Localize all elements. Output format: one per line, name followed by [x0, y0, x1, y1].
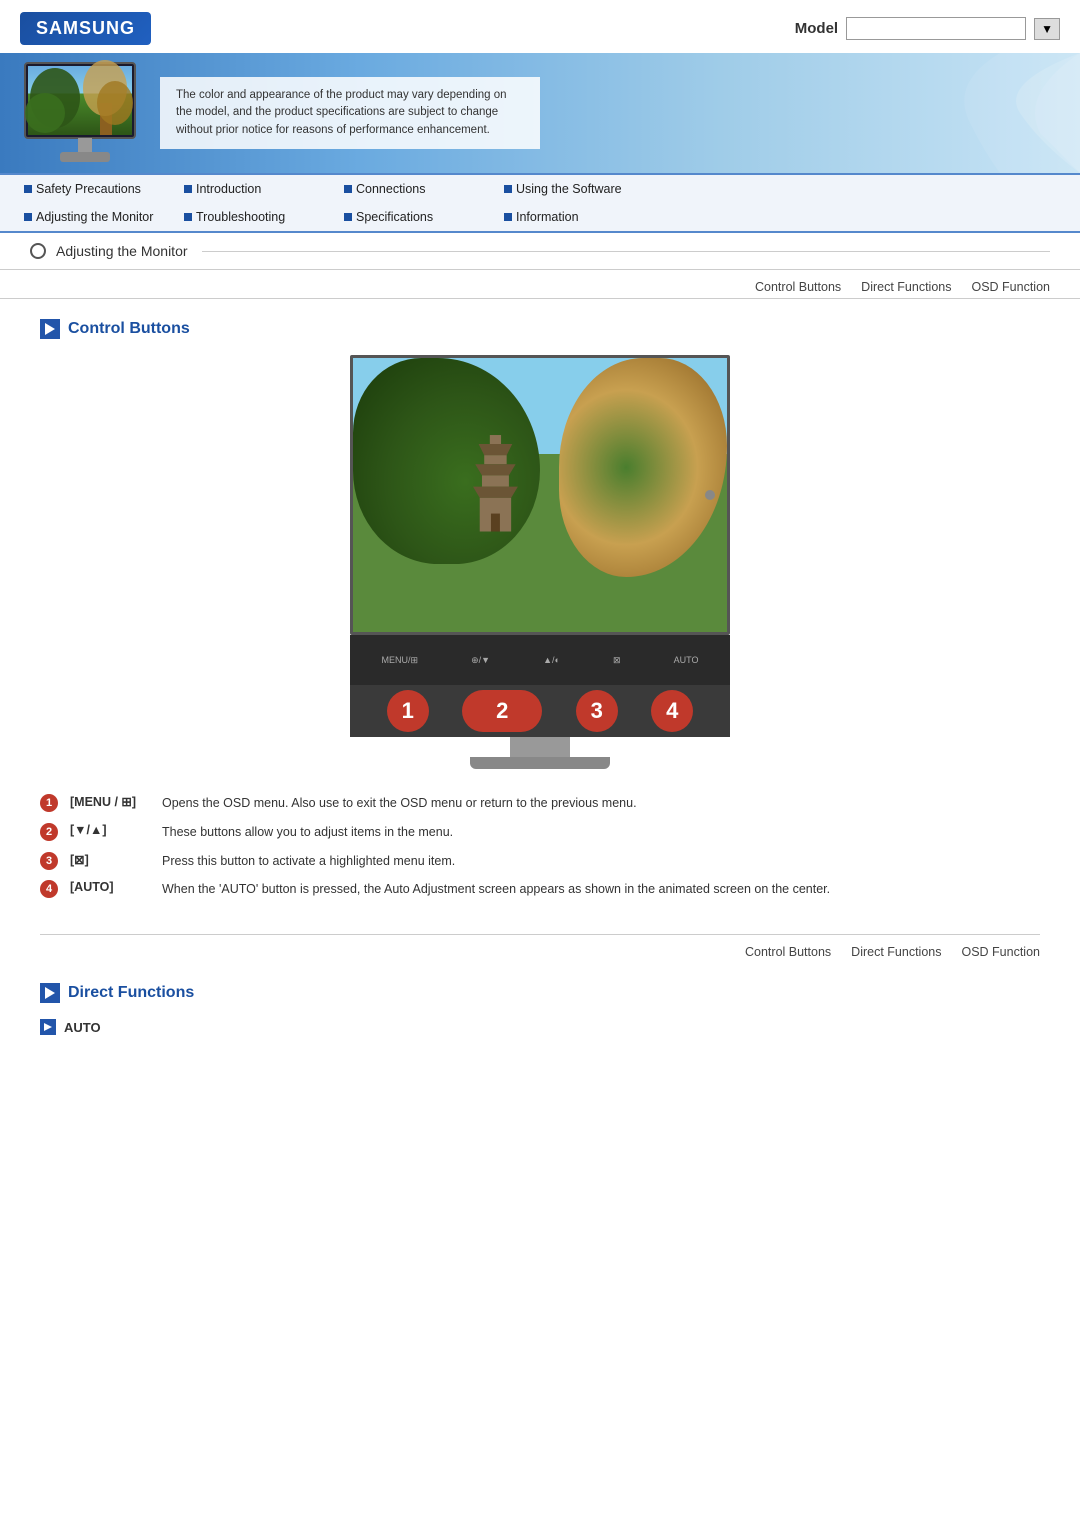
tab-direct-functions-top[interactable]: Direct Functions [861, 280, 951, 294]
hero-monitor-illustration [20, 58, 150, 168]
control-buttons-header: Control Buttons [40, 319, 1040, 339]
nav-item-software[interactable]: Using the Software [490, 179, 650, 199]
nav-bullet-safety [24, 185, 32, 193]
play-icon [45, 323, 55, 335]
monitor-stand-base [470, 757, 610, 769]
num-btn-4: 4 [651, 690, 693, 732]
monitor-screen [350, 355, 730, 635]
btn-desc-4: When the 'AUTO' button is pressed, the A… [162, 880, 830, 899]
nav-bullet-adjusting [24, 213, 32, 221]
nav-item-safety[interactable]: Safety Precautions [10, 179, 170, 199]
btn-key-1: [MENU / ⊞] [70, 794, 150, 809]
btn-label-menu: MENU/⊞ [382, 655, 419, 666]
breadcrumb-label: Adjusting the Monitor [56, 243, 188, 259]
play-icon-direct [45, 987, 55, 999]
nav-item-troubleshooting[interactable]: Troubleshooting [170, 207, 330, 227]
tab-osd-function-top[interactable]: OSD Function [971, 280, 1050, 294]
hero-description-text: The color and appearance of the product … [176, 89, 507, 136]
btn-num-1-circle: 1 [40, 794, 58, 812]
model-label: Model [795, 20, 838, 37]
nav-bullet-troubleshooting [184, 213, 192, 221]
num-btn-1: 1 [387, 690, 429, 732]
btn-desc-row-4: 4 [AUTO] When the 'AUTO' button is press… [40, 875, 1040, 904]
nav-item-information[interactable]: Information [490, 207, 650, 227]
nav-bullet-software [504, 185, 512, 193]
nav-item-specifications[interactable]: Specifications [330, 207, 490, 227]
hero-banner: The color and appearance of the product … [0, 53, 1080, 173]
num-btn-2: 2 [462, 690, 542, 732]
content-area: Control Buttons [0, 309, 1080, 1055]
nav-row-2: Adjusting the Monitor Troubleshooting Sp… [0, 203, 1080, 231]
screen-power-dot [705, 490, 715, 500]
tab-control-buttons-top[interactable]: Control Buttons [755, 280, 841, 294]
nav-row-1: Safety Precautions Introduction Connecti… [0, 175, 1080, 203]
header: SAMSUNG Model ▼ [0, 0, 1080, 53]
btn-desc-row-2: 2 [▼/▲] These buttons allow you to adjus… [40, 818, 1040, 847]
direct-functions-header: Direct Functions [40, 983, 1040, 1003]
btn-desc-2: These buttons allow you to adjust items … [162, 823, 453, 842]
direct-fn-auto-label: AUTO [64, 1020, 101, 1035]
tab-direct-functions-bottom[interactable]: Direct Functions [851, 945, 941, 959]
section-icon-control [40, 319, 60, 339]
btn-key-4: [AUTO] [70, 880, 150, 894]
nav-item-introduction[interactable]: Introduction [170, 179, 330, 199]
direct-fn-auto-item: AUTO [40, 1019, 1040, 1035]
tab-links-bottom: Control Buttons Direct Functions OSD Fun… [40, 934, 1040, 963]
nav-bullet-connections [344, 185, 352, 193]
model-input[interactable] [846, 17, 1026, 40]
nav-label-adjusting: Adjusting the Monitor [36, 210, 153, 224]
breadcrumb-icon [30, 243, 46, 259]
nav-label-troubleshooting: Troubleshooting [196, 210, 285, 224]
num-btn-3: 3 [576, 690, 618, 732]
monitor-button-bar: MENU/⊞ ⊕/▼ ▲/◐ ⊠ AUTO [350, 635, 730, 685]
btn-label-adjust: ⊕/▼ [471, 655, 490, 666]
nav-item-adjusting[interactable]: Adjusting the Monitor [10, 207, 170, 227]
btn-desc-row-3: 3 [⊠] Press this button to activate a hi… [40, 847, 1040, 876]
nav-item-connections[interactable]: Connections [330, 179, 490, 199]
btn-key-2: [▼/▲] [70, 823, 150, 837]
button-labels: MENU/⊞ ⊕/▼ ▲/◐ ⊠ AUTO [370, 655, 710, 666]
nav-bullet-specifications [344, 213, 352, 221]
pagoda [473, 427, 518, 578]
button-descriptions: 1 [MENU / ⊞] Opens the OSD menu. Also us… [40, 789, 1040, 904]
direct-fn-auto-icon [40, 1019, 56, 1035]
number-buttons-row: 1 2 3 4 [350, 685, 730, 737]
tab-control-buttons-bottom[interactable]: Control Buttons [745, 945, 831, 959]
btn-num-3-circle: 3 [40, 852, 58, 870]
play-icon-auto [44, 1023, 52, 1031]
nav-bar: Safety Precautions Introduction Connecti… [0, 173, 1080, 233]
monitor-image-container: MENU/⊞ ⊕/▼ ▲/◐ ⊠ AUTO 1 2 3 4 [40, 355, 1040, 769]
nav-label-connections: Connections [356, 182, 426, 196]
btn-num-2-circle: 2 [40, 823, 58, 841]
breadcrumb-divider [202, 251, 1050, 252]
model-area: Model ▼ [795, 17, 1060, 40]
nav-label-introduction: Introduction [196, 182, 261, 196]
section-icon-direct [40, 983, 60, 1003]
btn-num-4-circle: 4 [40, 880, 58, 898]
nav-label-information: Information [516, 210, 579, 224]
nav-label-software: Using the Software [516, 182, 622, 196]
control-buttons-title: Control Buttons [68, 320, 190, 338]
nav-bullet-information [504, 213, 512, 221]
tab-links-top: Control Buttons Direct Functions OSD Fun… [0, 270, 1080, 299]
nav-bullet-introduction [184, 185, 192, 193]
direct-functions-title: Direct Functions [68, 984, 194, 1002]
monitor-stand-neck [510, 737, 570, 757]
model-dropdown-btn[interactable]: ▼ [1034, 18, 1060, 40]
nav-label-safety: Safety Precautions [36, 182, 141, 196]
btn-desc-1: Opens the OSD menu. Also use to exit the… [162, 794, 637, 813]
breadcrumb-bar: Adjusting the Monitor [0, 233, 1080, 270]
btn-key-3: [⊠] [70, 852, 150, 867]
btn-desc-row-1: 1 [MENU / ⊞] Opens the OSD menu. Also us… [40, 789, 1040, 818]
samsung-logo: SAMSUNG [20, 12, 151, 45]
hero-decorative-curves [800, 53, 1080, 173]
btn-label-enter: ⊠ [613, 655, 621, 666]
hero-text-box: The color and appearance of the product … [160, 77, 540, 149]
nav-label-specifications: Specifications [356, 210, 433, 224]
btn-label-auto: AUTO [674, 655, 699, 666]
btn-desc-3: Press this button to activate a highligh… [162, 852, 455, 871]
monitor-display: MENU/⊞ ⊕/▼ ▲/◐ ⊠ AUTO 1 2 3 4 [350, 355, 730, 769]
btn-label-up: ▲/◐ [543, 655, 560, 666]
tab-osd-function-bottom[interactable]: OSD Function [961, 945, 1040, 959]
